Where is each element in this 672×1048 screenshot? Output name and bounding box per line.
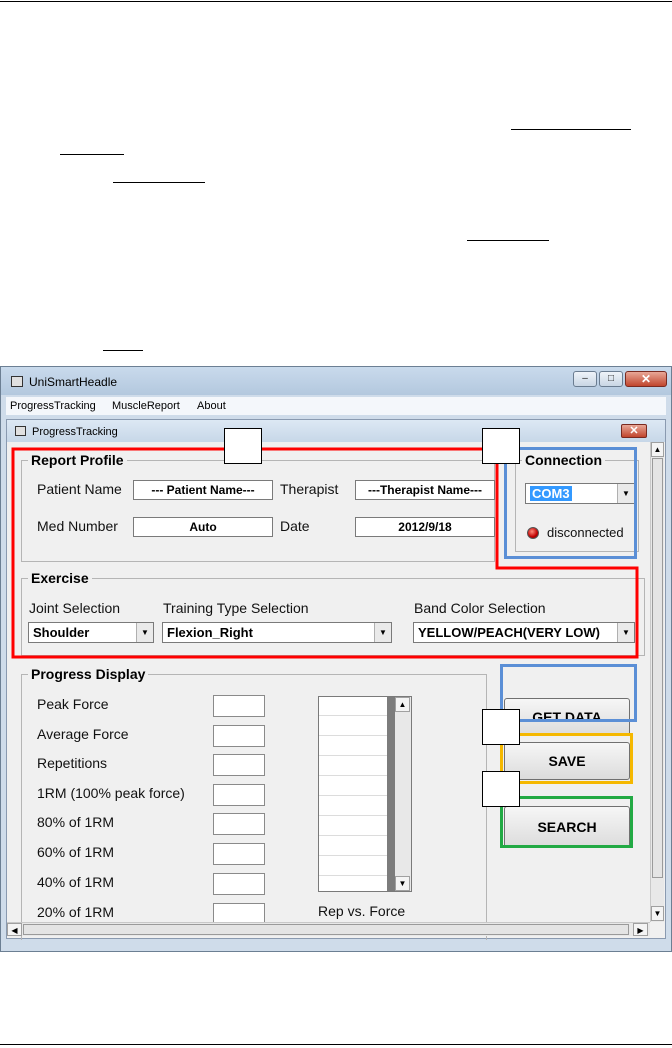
- blue-highlight-get-data: [500, 664, 637, 722]
- blue-highlight-connection: [504, 447, 637, 559]
- callout-box: [482, 428, 520, 464]
- callout-box: [482, 771, 520, 807]
- callout-box: [224, 428, 262, 464]
- callout-box: [482, 709, 520, 745]
